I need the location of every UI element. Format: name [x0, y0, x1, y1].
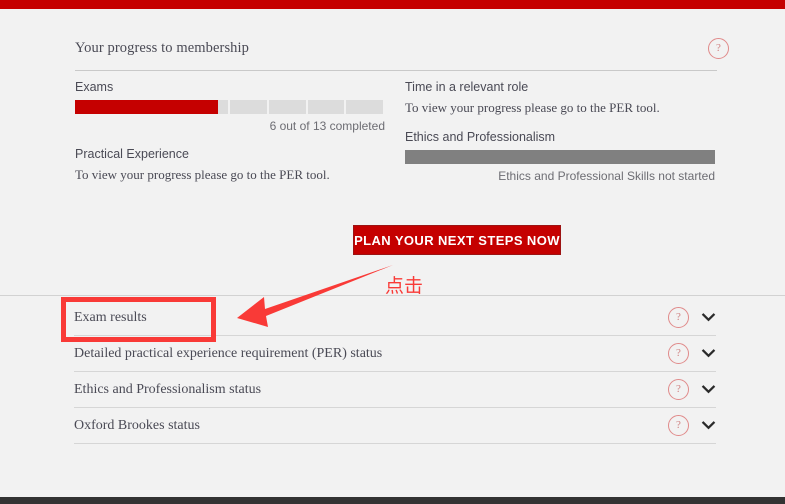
- accordion-label: Oxford Brookes status: [74, 417, 200, 433]
- progress-column-left: Exams 6 out of 13 completed Practical Ex…: [75, 80, 387, 183]
- help-icon[interactable]: ?: [668, 343, 689, 364]
- ethics-label: Ethics and Professionalism: [405, 130, 556, 144]
- help-icon[interactable]: ?: [668, 415, 689, 436]
- accordion-row-controls: ?: [668, 408, 716, 443]
- time-in-role-label: Time in a relevant role: [405, 80, 529, 94]
- practical-experience-note: To view your progress please go to the P…: [75, 167, 330, 182]
- page-canvas: Your progress to membership ? Exams 6 ou…: [0, 9, 785, 497]
- chevron-down-icon[interactable]: [701, 382, 716, 397]
- accordion-row-oxford-brookes-status[interactable]: Oxford Brookes status ?: [74, 408, 716, 444]
- accordion-label: Detailed practical experience requiremen…: [74, 345, 383, 361]
- time-in-role-metric: Time in a relevant role To view your pro…: [405, 80, 717, 116]
- exams-label: Exams: [75, 80, 114, 94]
- accordion-row-controls: ?: [668, 372, 716, 407]
- chevron-down-icon[interactable]: [701, 418, 716, 433]
- plan-next-steps-button[interactable]: PLAN YOUR NEXT STEPS NOW: [353, 225, 561, 255]
- progress-segment: [268, 100, 308, 114]
- practical-experience-metric: Practical Experience To view your progre…: [75, 147, 387, 183]
- accordion-row-ethics-status[interactable]: Ethics and Professionalism status ?: [74, 372, 716, 408]
- accordion-row-controls: ?: [668, 336, 716, 371]
- progress-panel: Your progress to membership ? Exams 6 ou…: [62, 18, 729, 286]
- section-divider: [0, 295, 785, 296]
- accordion-row-per-status[interactable]: Detailed practical experience requiremen…: [74, 336, 716, 372]
- exams-metric: Exams 6 out of 13 completed: [75, 80, 387, 133]
- progress-segment: [230, 100, 269, 114]
- help-icon[interactable]: ?: [668, 307, 689, 328]
- progress-panel-header: Your progress to membership ?: [75, 38, 729, 74]
- help-icon[interactable]: ?: [668, 379, 689, 400]
- accordion-row-controls: ?: [668, 300, 716, 335]
- ethics-progress-bar: [405, 150, 715, 164]
- exams-progress-caption: 6 out of 13 completed: [269, 119, 385, 133]
- accordion-row-exam-results[interactable]: Exam results ?: [74, 300, 716, 336]
- page-title: Your progress to membership: [75, 40, 250, 56]
- progress-column-right: Time in a relevant role To view your pro…: [405, 80, 717, 183]
- help-icon[interactable]: ?: [708, 38, 729, 59]
- practical-experience-label: Practical Experience: [75, 147, 189, 161]
- accordion-label: Ethics and Professionalism status: [74, 381, 262, 397]
- header-divider: [75, 70, 717, 71]
- chevron-down-icon[interactable]: [701, 310, 716, 325]
- ethics-metric: Ethics and Professionalism Ethics and Pr…: [405, 130, 717, 183]
- exams-progress-bar: [75, 100, 385, 114]
- chevron-down-icon[interactable]: [701, 346, 716, 361]
- footer-bar: [0, 497, 785, 504]
- exams-progress-fill: [75, 100, 218, 114]
- brand-top-bar: [0, 0, 785, 9]
- time-in-role-note: To view your progress please go to the P…: [405, 100, 660, 115]
- ethics-progress-caption: Ethics and Professional Skills not start…: [498, 169, 715, 183]
- accordion-label: Exam results: [74, 309, 147, 325]
- progress-segment: [307, 100, 347, 114]
- progress-segment: [346, 100, 385, 114]
- status-accordion: Exam results ? Detailed practical experi…: [74, 300, 716, 444]
